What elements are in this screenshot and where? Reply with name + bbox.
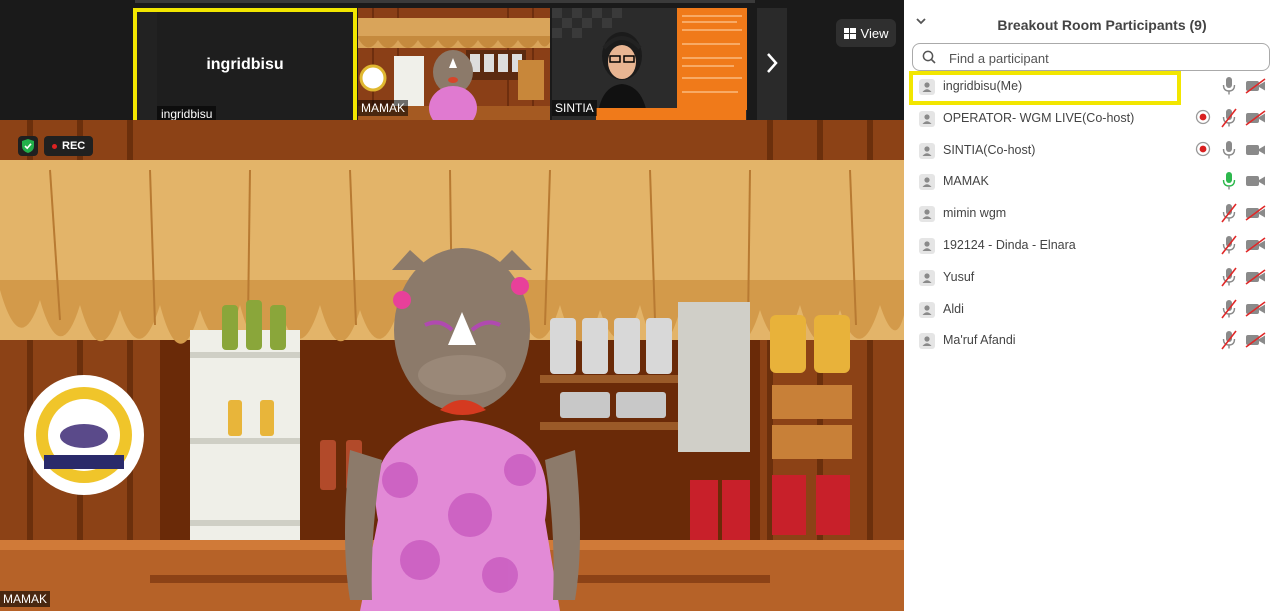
person-icon (922, 273, 932, 283)
participant-row[interactable]: Yusuf (904, 261, 1280, 293)
main-video-name-label: MAMAK (0, 591, 51, 607)
avatar (919, 79, 935, 95)
mic-muted-icon[interactable] (1221, 203, 1237, 223)
video-off-icon[interactable] (1245, 237, 1267, 253)
main-video[interactable] (0, 120, 904, 611)
thumbnail-strip: ingridbisu ingridbisu MAMAK SINTIA View (0, 0, 904, 130)
avatar (919, 269, 935, 286)
participant-row[interactable]: 192124 - Dinda - Elnara (904, 229, 1280, 261)
participant-row[interactable]: Aldi (904, 293, 1280, 325)
person-icon (922, 145, 932, 156)
recording-badge[interactable]: REC (44, 136, 94, 156)
participant-name: 192124 - Dinda - Elnara (943, 237, 1076, 252)
chevron-right-icon (767, 53, 778, 73)
participants-panel: Breakout Room Participants (9) ingridbis… (904, 0, 1280, 611)
participant-row[interactable]: Ma'ruf Afandi (904, 324, 1280, 356)
participant-row[interactable]: mimin wgm (904, 197, 1280, 229)
participant-name: OPERATOR- WGM LIVE(Co-host) (943, 110, 1135, 125)
main-video-image (0, 120, 904, 611)
video-camera-icon[interactable] (1245, 142, 1267, 158)
search-input[interactable] (947, 48, 1251, 68)
view-button[interactable]: View (836, 19, 896, 47)
participant-row[interactable]: OPERATOR- WGM LIVE(Co-host) (904, 102, 1280, 134)
search-icon (922, 50, 936, 64)
mic-icon[interactable] (1221, 76, 1237, 96)
strip-top-divider (135, 0, 755, 3)
participant-thumbnail-mamak[interactable]: MAMAK (358, 8, 550, 120)
person-icon (922, 304, 932, 315)
person-icon (922, 82, 932, 92)
participant-row[interactable]: SINTIA(Co-host) (904, 134, 1280, 166)
participant-name: Ma'ruf Afandi (943, 333, 1016, 348)
recording-icon (1195, 109, 1211, 125)
avatar (919, 206, 935, 223)
grid-view-icon (843, 27, 856, 39)
participant-list: ingridbisu(Me) OPERATOR- WGM LIVE(Co-host… (904, 70, 1280, 356)
video-camera-icon[interactable] (1245, 173, 1267, 189)
mic-icon[interactable] (1221, 140, 1237, 160)
video-off-icon[interactable] (1245, 110, 1267, 126)
video-area: ingridbisu ingridbisu MAMAK SINTIA View … (0, 0, 904, 611)
video-off-icon[interactable] (1245, 269, 1267, 285)
mamak-thumbnail-label: MAMAK (358, 100, 409, 116)
view-button-label: View (860, 25, 889, 41)
mic-muted-icon[interactable] (1221, 267, 1237, 287)
mic-muted-icon[interactable] (1221, 330, 1237, 350)
recording-icon (1195, 141, 1211, 157)
sintia-thumbnail-label: SINTIA (552, 100, 597, 116)
avatar (919, 110, 935, 127)
participant-name: MAMAK (943, 174, 989, 189)
video-off-icon[interactable] (1245, 205, 1267, 221)
encryption-badge[interactable] (18, 136, 38, 156)
video-off-icon[interactable] (1245, 78, 1267, 94)
participant-name: ingridbisu(Me) (943, 79, 1023, 93)
avatar (919, 142, 935, 159)
mic-muted-icon[interactable] (1221, 235, 1237, 255)
search-box[interactable] (912, 43, 1270, 71)
person-icon (922, 114, 932, 124)
participant-name: Aldi (943, 301, 964, 316)
person-icon (922, 241, 932, 251)
video-off-icon[interactable] (1245, 300, 1267, 317)
person-icon (922, 336, 932, 347)
mic-muted-icon[interactable] (1221, 108, 1237, 128)
self-tile-display-name: ingridbisu (206, 56, 284, 73)
shield-check-icon (22, 139, 34, 153)
person-icon (922, 209, 932, 220)
person-icon (922, 177, 932, 188)
mic-muted-icon[interactable] (1221, 299, 1237, 319)
participant-name: Yusuf (943, 269, 975, 284)
self-video-tile[interactable]: ingridbisu ingridbisu (133, 8, 357, 130)
panel-title: Breakout Room Participants (9) (997, 17, 1207, 33)
avatar (919, 237, 935, 254)
participant-name: mimin wgm (943, 206, 1007, 221)
avatar (919, 174, 935, 191)
participant-row[interactable]: MAMAK (904, 165, 1280, 197)
recording-dot-icon (52, 143, 57, 149)
video-off-icon[interactable] (1245, 332, 1267, 349)
participant-row[interactable]: ingridbisu(Me) (904, 70, 1280, 105)
mic-icon[interactable] (1221, 171, 1237, 191)
next-page-arrow[interactable] (757, 8, 787, 120)
participant-name: SINTIA(Co-host) (943, 142, 1036, 157)
panel-header: Breakout Room Participants (9) (904, 0, 1280, 46)
participant-thumbnail-sintia[interactable]: SINTIA (552, 8, 747, 120)
recording-label: REC (62, 140, 86, 152)
avatar (919, 333, 935, 350)
avatar (919, 301, 935, 318)
